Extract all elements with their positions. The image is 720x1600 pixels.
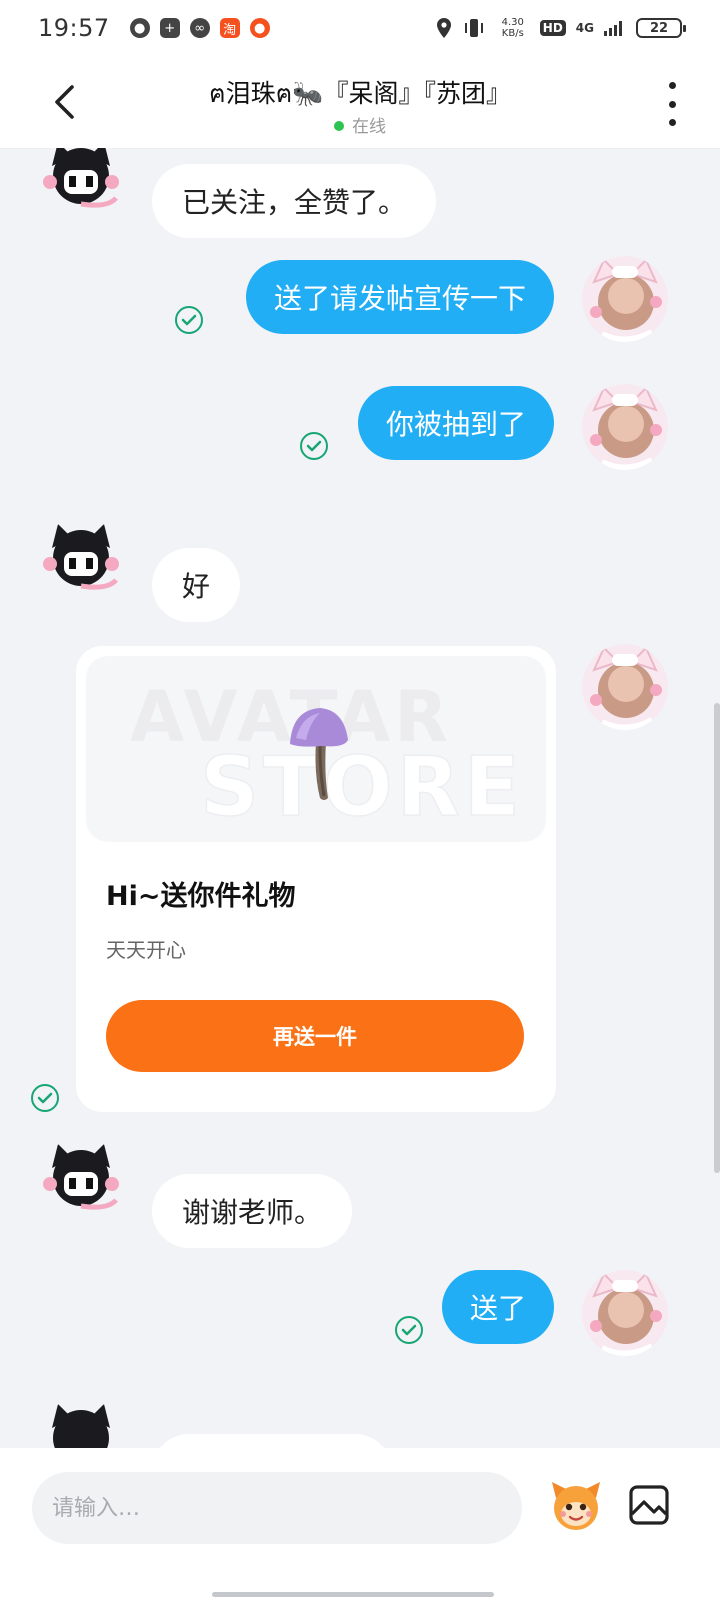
message-bubble-incoming-partial[interactable] bbox=[152, 1434, 392, 1448]
status-bar: 19:57 ● + ∞ 淘 ● 4.30 KB/s HD 4G 22 bbox=[0, 0, 720, 56]
input-bar bbox=[0, 1448, 720, 1600]
status-time: 19:57 bbox=[38, 14, 110, 42]
message-input[interactable] bbox=[32, 1472, 522, 1544]
hd-badge: HD bbox=[539, 20, 566, 36]
scrollbar[interactable] bbox=[714, 703, 720, 1173]
online-dot bbox=[334, 121, 344, 131]
add-app-icon: + bbox=[159, 18, 180, 38]
message-bubble-incoming[interactable]: 谢谢老师。 bbox=[152, 1174, 353, 1248]
my-avatar[interactable] bbox=[582, 256, 668, 342]
image-button[interactable] bbox=[628, 1484, 670, 1526]
contact-avatar[interactable] bbox=[38, 1398, 124, 1448]
online-status-label: 在线 bbox=[352, 117, 386, 137]
message-list[interactable]: 已关注，全赞了。 送了请发帖宣传一下 你被抽到了 好 AVATAR STORE bbox=[0, 148, 720, 1448]
location-icon bbox=[436, 18, 451, 38]
send-another-gift-button[interactable]: 再送一件 bbox=[106, 1000, 524, 1072]
gift-image: AVATAR STORE bbox=[86, 656, 546, 842]
contact-avatar[interactable] bbox=[38, 1138, 124, 1224]
app-notification-icon: ● bbox=[249, 18, 270, 38]
network-speed: 4.30 KB/s bbox=[501, 17, 524, 39]
system-icons: 4.30 KB/s HD 4G 22 bbox=[436, 17, 686, 39]
sticker-button[interactable] bbox=[548, 1478, 604, 1534]
taobao-icon: 淘 bbox=[219, 18, 240, 38]
wechat-icon: ● bbox=[129, 18, 150, 38]
my-avatar[interactable] bbox=[582, 1270, 668, 1356]
signal-label: 4G bbox=[575, 21, 594, 35]
chat-title: ฅ泪珠ฅ🐜『呆阁』『苏团』 bbox=[208, 79, 512, 108]
link-icon: ∞ bbox=[189, 18, 210, 38]
gift-card[interactable]: AVATAR STORE Hi~送你件礼物 天天开心 再送一件 bbox=[76, 646, 556, 1112]
more-options-button[interactable] bbox=[664, 82, 680, 126]
vibrate-icon bbox=[464, 19, 483, 37]
notification-icons: ● + ∞ 淘 ● bbox=[129, 18, 270, 38]
battery-level: 22 bbox=[649, 20, 669, 36]
more-dot bbox=[668, 100, 676, 108]
check-circle-icon bbox=[31, 1084, 59, 1112]
more-dot bbox=[668, 119, 676, 126]
gift-subtitle: 天天开心 bbox=[106, 938, 186, 962]
home-indicator[interactable] bbox=[212, 1592, 494, 1597]
more-dot bbox=[668, 82, 676, 89]
online-status: 在线 bbox=[0, 112, 720, 137]
chat-header: ฅ泪珠ฅ🐜『呆阁』『苏团』 在线 bbox=[0, 56, 720, 148]
message-bubble-incoming[interactable]: 已关注，全赞了。 bbox=[152, 164, 437, 238]
mascot-icon bbox=[552, 1482, 600, 1530]
signal-icon bbox=[604, 21, 622, 36]
check-circle-icon bbox=[300, 432, 328, 460]
contact-avatar[interactable] bbox=[38, 148, 124, 222]
battery-icon: 22 bbox=[636, 18, 686, 38]
message-bubble-outgoing[interactable]: 送了 bbox=[441, 1270, 554, 1344]
image-icon bbox=[629, 1485, 669, 1525]
check-circle-icon bbox=[395, 1316, 423, 1344]
my-avatar[interactable] bbox=[582, 384, 668, 470]
gift-watermark-line2: STORE bbox=[199, 739, 524, 836]
my-avatar[interactable] bbox=[582, 644, 668, 730]
message-bubble-incoming[interactable]: 好 bbox=[152, 548, 241, 622]
check-circle-icon bbox=[175, 306, 203, 334]
message-bubble-outgoing[interactable]: 你被抽到了 bbox=[357, 386, 554, 460]
mushroom-icon bbox=[290, 708, 348, 800]
message-bubble-outgoing[interactable]: 送了请发帖宣传一下 bbox=[245, 260, 554, 334]
contact-avatar[interactable] bbox=[38, 518, 124, 604]
gift-title: Hi~送你件礼物 bbox=[106, 881, 296, 912]
